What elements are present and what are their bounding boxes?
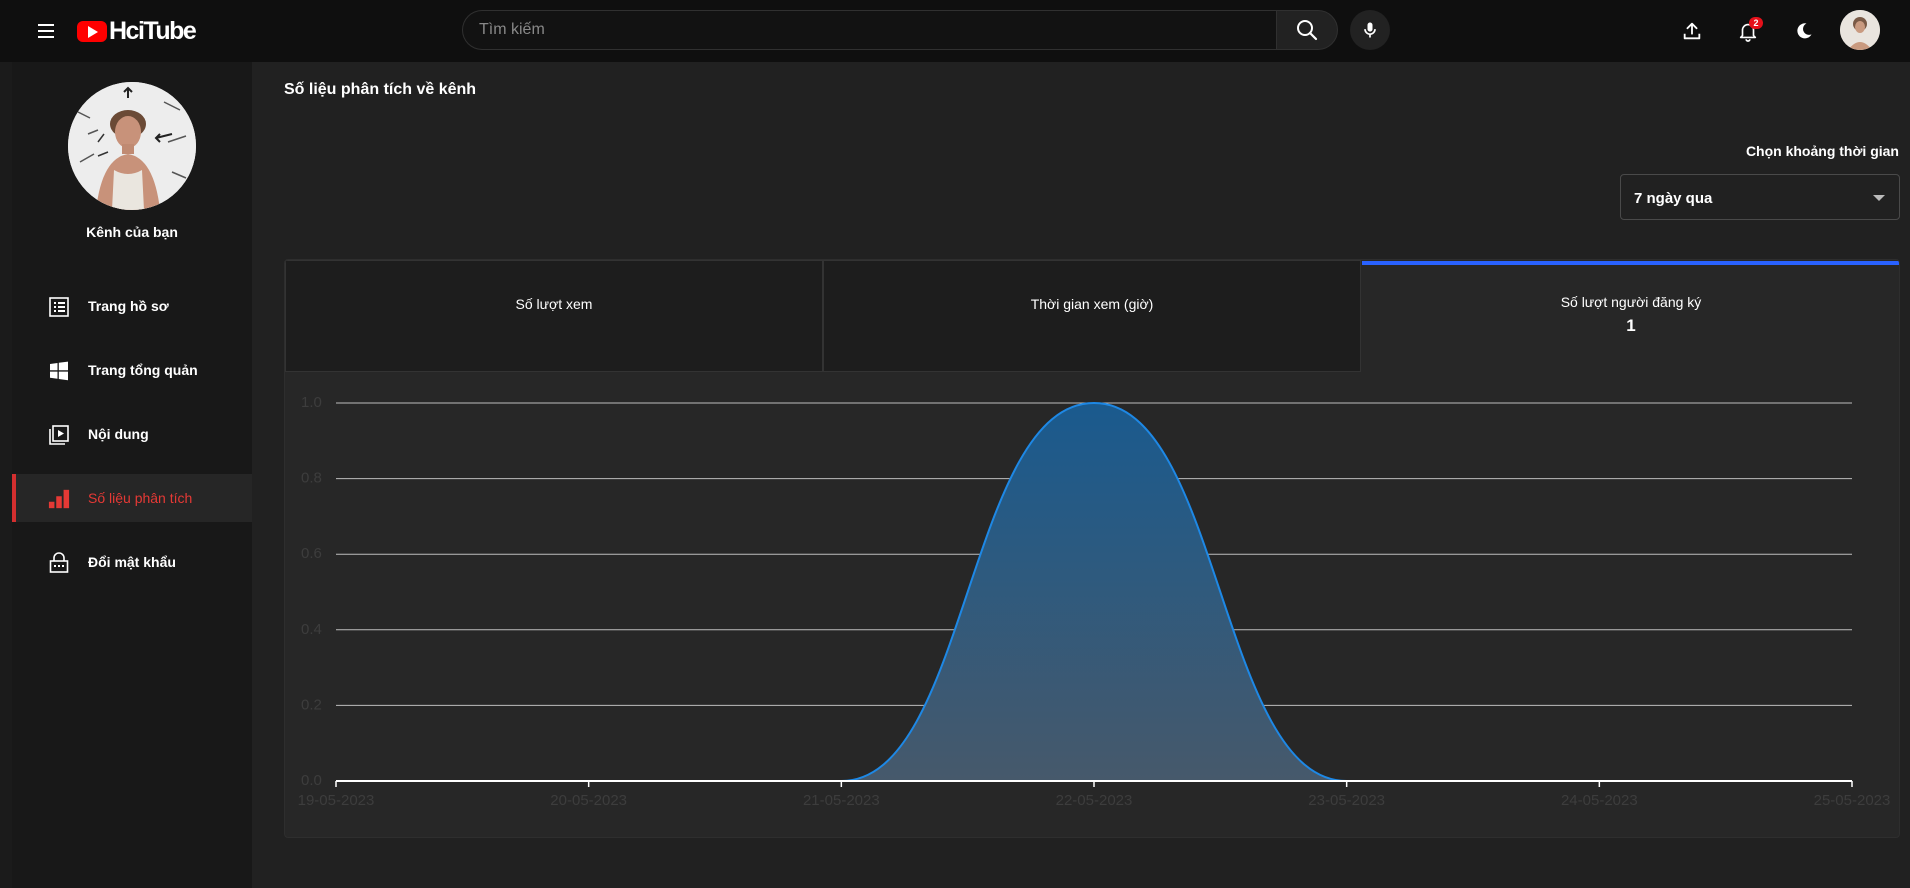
sidebar-edge bbox=[0, 62, 12, 888]
search-input[interactable] bbox=[462, 10, 1276, 50]
logo-text: HciTube bbox=[109, 17, 197, 45]
channel-avatar-image bbox=[68, 82, 196, 210]
search-bar bbox=[462, 10, 1338, 50]
search-icon bbox=[1297, 20, 1318, 41]
x-tick-label: 20-05-2023 bbox=[550, 792, 627, 809]
bar-chart-icon bbox=[48, 488, 70, 510]
avatar-image bbox=[1840, 10, 1880, 50]
sidebar-item-label: Nội dung bbox=[88, 426, 149, 442]
video-library-icon bbox=[48, 424, 70, 446]
sidebar-item-dashboard[interactable]: Trang tổng quản bbox=[12, 346, 252, 394]
moon-icon bbox=[1797, 23, 1812, 39]
x-tick-label: 21-05-2023 bbox=[803, 792, 880, 809]
time-range-select[interactable]: 7 ngày qua bbox=[1620, 174, 1900, 220]
channel-avatar[interactable] bbox=[68, 82, 196, 210]
microphone-icon bbox=[1364, 22, 1376, 38]
user-avatar[interactable] bbox=[1840, 10, 1880, 50]
y-tick-label: 0.8 bbox=[301, 470, 322, 487]
x-tick-label: 23-05-2023 bbox=[1308, 792, 1385, 809]
y-tick-label: 0.6 bbox=[301, 545, 322, 562]
search-button[interactable] bbox=[1276, 10, 1338, 50]
y-tick-label: 0.4 bbox=[301, 621, 322, 638]
logo[interactable]: HciTube bbox=[77, 17, 197, 46]
channel-label: Kênh của bạn bbox=[86, 224, 178, 240]
time-range-label: Chọn khoảng thời gian bbox=[1745, 143, 1899, 159]
time-range-value: 7 ngày qua bbox=[1634, 190, 1713, 207]
windows-icon bbox=[48, 360, 70, 382]
sidebar-item-label: Trang hồ sơ bbox=[88, 298, 169, 314]
x-tick-label: 19-05-2023 bbox=[298, 792, 375, 809]
x-tick-label: 24-05-2023 bbox=[1561, 792, 1638, 809]
list-icon bbox=[48, 296, 70, 318]
sidebar-item-profile[interactable]: Trang hồ sơ bbox=[12, 282, 252, 330]
upload-button[interactable] bbox=[1677, 16, 1707, 46]
sidebar-item-change-password[interactable]: Đổi mật khẩu bbox=[12, 538, 252, 586]
y-tick-label: 0.2 bbox=[301, 696, 322, 713]
series-area bbox=[336, 403, 1852, 781]
sidebar: Kênh của bạn Trang hồ sơ Trang tổng quản bbox=[12, 62, 252, 888]
voice-search-button[interactable] bbox=[1350, 10, 1390, 50]
sidebar-item-analytics[interactable]: Số liệu phân tích bbox=[12, 474, 252, 522]
analytics-card: Số lượt xem Thời gian xem (giờ) Số lượt … bbox=[284, 259, 1900, 838]
logo-play-icon bbox=[77, 21, 107, 42]
subscribers-chart: 0.0 0.2 0.4 0.6 0.8 1.0 19-05-2023 20-05-2023 21… bbox=[298, 394, 1891, 809]
x-tick-label: 22-05-2023 bbox=[1056, 792, 1133, 809]
top-header: HciTube 2 bbox=[0, 0, 1910, 62]
chevron-down-icon bbox=[1873, 195, 1885, 201]
notifications-button[interactable]: 2 bbox=[1733, 16, 1763, 46]
y-tick-label: 0.0 bbox=[301, 772, 322, 789]
sidebar-item-label: Đổi mật khẩu bbox=[88, 554, 176, 570]
sidebar-item-content[interactable]: Nội dung bbox=[12, 410, 252, 458]
upload-icon bbox=[1683, 22, 1701, 40]
theme-toggle-button[interactable] bbox=[1789, 16, 1819, 46]
sidebar-item-label: Trang tổng quản bbox=[88, 362, 198, 378]
x-tick-label: 25-05-2023 bbox=[1814, 792, 1891, 809]
lock-icon bbox=[48, 552, 70, 574]
y-tick-label: 1.0 bbox=[301, 394, 322, 411]
page-title: Số liệu phân tích về kênh bbox=[284, 81, 477, 98]
sidebar-item-label: Số liệu phân tích bbox=[88, 490, 193, 506]
notification-badge: 2 bbox=[1749, 17, 1763, 29]
menu-icon[interactable] bbox=[34, 21, 58, 41]
